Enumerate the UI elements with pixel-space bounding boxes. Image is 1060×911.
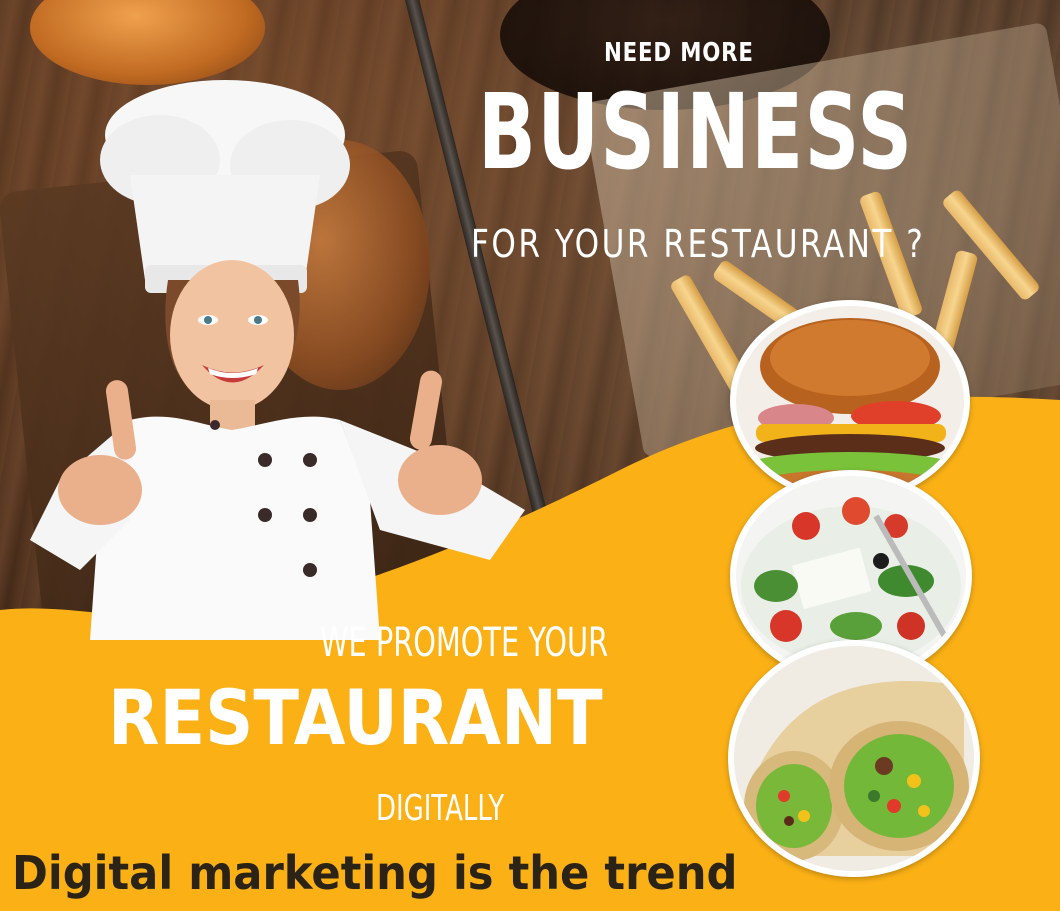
restaurant-promo-poster: NEED MORE BUSINESS FOR YOUR RESTAURANT ?… bbox=[0, 0, 1060, 911]
headline-for-your-restaurant: FOR YOUR RESTAURANT ? bbox=[471, 222, 926, 266]
promo-digitally: DIGITALLY bbox=[376, 788, 505, 829]
headline-business: BUSINESS bbox=[478, 71, 914, 193]
chef-woman-image bbox=[30, 80, 525, 640]
burrito-wrap-photo bbox=[728, 640, 980, 877]
tagline-digital-marketing: Digital marketing is the trend bbox=[12, 846, 738, 900]
promo-restaurant: RESTAURANT bbox=[108, 673, 603, 762]
promo-line-we-promote: WE PROMOTE YOUR bbox=[320, 620, 609, 666]
headline-line-need-more: NEED MORE bbox=[604, 38, 754, 68]
